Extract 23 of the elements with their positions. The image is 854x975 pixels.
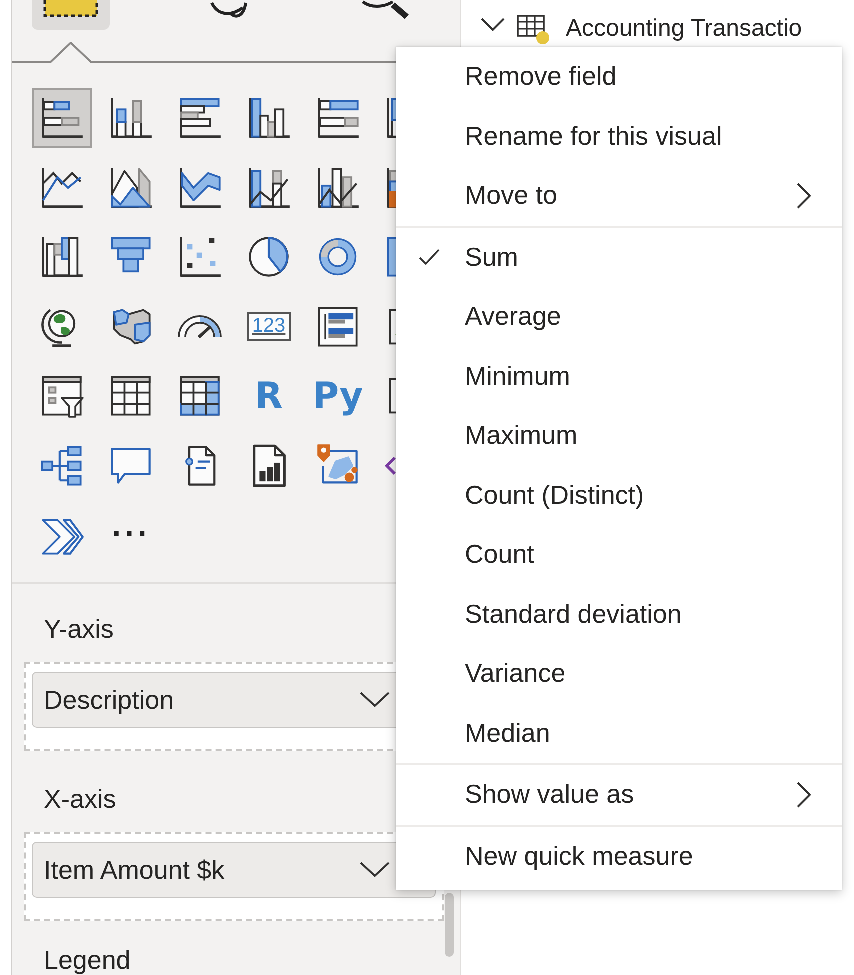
menu-item[interactable]: Minimum [396,346,842,406]
table-name: Accounting Transactio [566,15,802,43]
card-icon: 123 [247,312,291,341]
menu-item[interactable]: Average [396,287,842,346]
field-pill[interactable]: Item Amount $k [32,842,436,898]
well-label: X-axis [44,784,116,814]
well-label: Legend [44,945,131,975]
visual-button[interactable]: Py [308,366,368,426]
visual-button[interactable]: R [239,366,299,426]
visual-button[interactable]: 123 [239,296,299,356]
menu-item[interactable]: Standard deviation [396,584,842,644]
visual-button[interactable]: ··· [101,505,161,565]
menu-item[interactable]: Count [396,525,842,584]
drop-zone[interactable]: Item Amount $k [24,832,444,921]
menu-item[interactable]: Remove field [396,47,842,106]
menu-item[interactable]: Show value as [396,765,842,824]
menu-item[interactable]: Maximum [396,406,842,466]
menu-item[interactable]: Sum [396,228,842,287]
well-label: Y-axis [44,614,114,644]
menu-item[interactable]: Count (Distinct) [396,466,842,525]
menu-item[interactable]: Move to [396,166,842,226]
menu-item[interactable]: New quick measure [396,826,842,886]
menu-item[interactable]: Rename for this visual [396,106,842,166]
